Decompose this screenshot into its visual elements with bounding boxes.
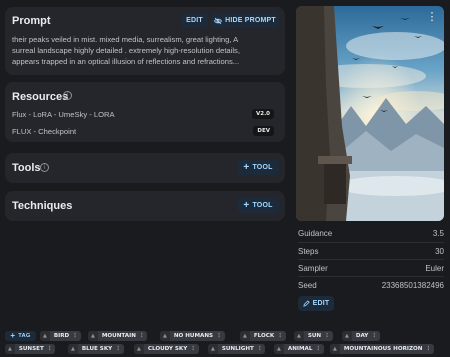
meta-value: 30	[435, 247, 444, 256]
meta-key: Steps	[298, 247, 319, 256]
tools-title: Tools	[12, 162, 41, 174]
arrow-up-icon[interactable]: ▲	[294, 331, 304, 341]
edit-prompt-button[interactable]: EDIT	[181, 13, 208, 28]
generated-image[interactable]: ⋮	[296, 6, 444, 221]
tag-menu-icon[interactable]: ⋮	[425, 346, 434, 352]
meta-value: Euler	[425, 264, 444, 273]
tag-menu-icon[interactable]: ⋮	[315, 346, 324, 352]
tag-menu-icon[interactable]: ⋮	[47, 346, 56, 352]
prompt-title: Prompt	[12, 15, 51, 27]
hide-prompt-button[interactable]: HIDE PROMPT	[211, 13, 279, 28]
tag-chip[interactable]: ▲ MOUNTAIN ⋮	[88, 331, 148, 341]
tag-label: MOUNTAIN	[101, 333, 136, 339]
add-tool-button[interactable]: + TOOL	[237, 160, 279, 175]
edit-label: EDIT	[312, 300, 330, 307]
kebab-menu-icon[interactable]: ⋮	[426, 11, 438, 25]
tag-menu-icon[interactable]: ⋮	[277, 333, 286, 339]
sampler-row: Sampler Euler	[298, 259, 444, 276]
tag-chip[interactable]: ▲ NO HUMANS ⋮	[160, 331, 225, 341]
steps-row: Steps 30	[298, 242, 444, 259]
tag-chip[interactable]: ▲ SUNSET ⋮	[5, 344, 56, 354]
tag-chip[interactable]: ▲ SUN ⋮	[294, 331, 333, 341]
prompt-card: Prompt EDIT HIDE PROMPT their peaks veil…	[5, 7, 285, 75]
tag-chip[interactable]: ▲ ANIMAL ⋮	[274, 344, 325, 354]
tag-label: SUN	[307, 333, 322, 339]
tag-chip[interactable]: ▲ DAY ⋮	[342, 331, 380, 341]
arrow-up-icon[interactable]: ▲	[5, 344, 15, 354]
seed-row: Seed 23368501382496	[298, 276, 444, 293]
tag-chip[interactable]: ▲ BLUE SKY ⋮	[68, 344, 124, 354]
meta-key: Guidance	[298, 229, 333, 238]
meta-key: Sampler	[298, 264, 328, 273]
edit-label: EDIT	[186, 17, 203, 24]
eye-off-icon	[214, 17, 223, 24]
tag-menu-icon[interactable]: ⋮	[139, 333, 148, 339]
tag-menu-icon[interactable]: ⋮	[257, 346, 266, 352]
resources-title: Resources	[12, 91, 69, 103]
tag-label: SUNSET	[18, 346, 44, 352]
arrow-up-icon[interactable]: ▲	[330, 344, 340, 354]
hide-prompt-label: HIDE PROMPT	[225, 17, 276, 24]
tag-chip[interactable]: ▲ SUNLIGHT ⋮	[208, 344, 266, 354]
meta-value[interactable]: 23368501382496	[382, 281, 444, 290]
add-technique-button[interactable]: + TOOL	[237, 198, 279, 213]
prompt-line: their peaks veiled in mist. mixed media,…	[12, 35, 239, 44]
resource-item[interactable]: Flux - LoRA - UmeSky - LORA	[12, 110, 115, 119]
tag-menu-icon[interactable]: ⋮	[371, 333, 380, 339]
version-badge: V2.0	[252, 109, 274, 119]
tag-chip[interactable]: ▲ CLOUDY SKY ⋮	[134, 344, 199, 354]
tag-label: CLOUDY SKY	[147, 346, 188, 352]
add-technique-label: TOOL	[252, 202, 273, 209]
prompt-line: surreal landscape highly detailed . extr…	[12, 46, 240, 55]
add-tag-label: TAG	[18, 333, 31, 339]
tag-menu-icon[interactable]: ⋮	[72, 333, 81, 339]
prompt-line: appears trapped in an optical illusion o…	[12, 57, 240, 66]
plus-icon: +	[243, 161, 250, 173]
edit-generation-button[interactable]: EDIT	[298, 296, 334, 311]
plus-icon: +	[243, 199, 250, 211]
add-tag-button[interactable]: + TAG	[5, 331, 36, 341]
meta-key: Seed	[298, 281, 317, 290]
tag-label: BIRD	[53, 333, 70, 339]
tag-label: NO HUMANS	[173, 333, 214, 339]
tag-chip[interactable]: ▲ MOUNTAINOUS HORIZON ⋮	[330, 344, 435, 354]
tag-label: ANIMAL	[287, 346, 313, 352]
arrow-up-icon[interactable]: ▲	[160, 331, 170, 341]
tag-menu-icon[interactable]: ⋮	[190, 346, 199, 352]
landscape-image	[296, 6, 444, 221]
resource-item[interactable]: FLUX - Checkpoint	[12, 127, 76, 136]
resources-card: Resources i Flux - LoRA - UmeSky - LORA …	[5, 82, 285, 142]
techniques-card: Techniques + TOOL	[5, 191, 285, 221]
prompt-text: their peaks veiled in mist. mixed media,…	[12, 34, 282, 67]
tag-chip[interactable]: ▲ BIRD ⋮	[40, 331, 81, 341]
plus-icon: +	[10, 331, 16, 340]
meta-value: 3.5	[432, 229, 444, 238]
tag-menu-icon[interactable]: ⋮	[216, 333, 225, 339]
info-icon[interactable]: i	[40, 163, 49, 172]
tag-label: BLUE SKY	[81, 346, 113, 352]
tag-label: FLOCK	[253, 333, 275, 339]
arrow-up-icon[interactable]: ▲	[208, 344, 218, 354]
arrow-up-icon[interactable]: ▲	[240, 331, 250, 341]
tag-menu-icon[interactable]: ⋮	[324, 333, 333, 339]
arrow-up-icon[interactable]: ▲	[88, 331, 98, 341]
arrow-up-icon[interactable]: ▲	[134, 344, 144, 354]
tools-card: Tools i + TOOL	[5, 153, 285, 183]
arrow-up-icon[interactable]: ▲	[68, 344, 78, 354]
tag-label: MOUNTAINOUS HORIZON	[343, 346, 423, 352]
tag-label: SUNLIGHT	[221, 346, 254, 352]
tag-menu-icon[interactable]: ⋮	[115, 346, 124, 352]
info-icon[interactable]: i	[63, 91, 72, 100]
tag-label: DAY	[355, 333, 369, 339]
guidance-row: Guidance 3.5	[298, 225, 444, 242]
arrow-up-icon[interactable]: ▲	[274, 344, 284, 354]
arrow-up-icon[interactable]: ▲	[342, 331, 352, 341]
add-tool-label: TOOL	[252, 164, 273, 171]
arrow-up-icon[interactable]: ▲	[40, 331, 50, 341]
version-badge: DEV	[253, 126, 274, 136]
tag-chip[interactable]: ▲ FLOCK ⋮	[240, 331, 286, 341]
techniques-title: Techniques	[12, 200, 73, 212]
pencil-icon	[302, 300, 310, 307]
